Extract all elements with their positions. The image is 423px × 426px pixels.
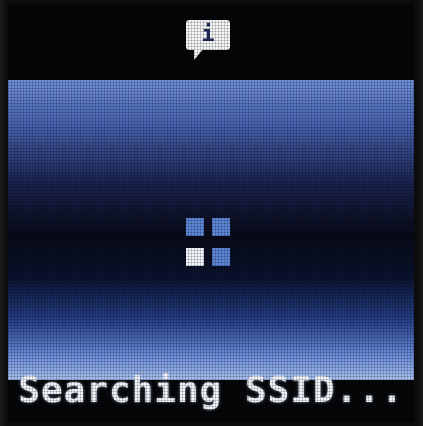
status-panel: Searching SSID... (8, 80, 414, 411)
spinner-cell-bottom-left-active (186, 248, 204, 266)
spinner-cell-top-left (186, 218, 204, 236)
info-glyph: i (201, 22, 215, 47)
lcd-screen: i Searching SSID... (8, 4, 414, 422)
info-bubble-tail (194, 48, 204, 60)
screen-bezel-left (0, 0, 6, 426)
screen-bezel-right (417, 0, 423, 426)
spinner-cell-bottom-right (212, 248, 230, 266)
device-photo: i Searching SSID... (0, 0, 423, 426)
loading-spinner-icon (186, 218, 234, 266)
spinner-cell-top-right (212, 218, 230, 236)
status-message: Searching SSID... (18, 370, 404, 411)
info-icon: i (186, 20, 230, 60)
